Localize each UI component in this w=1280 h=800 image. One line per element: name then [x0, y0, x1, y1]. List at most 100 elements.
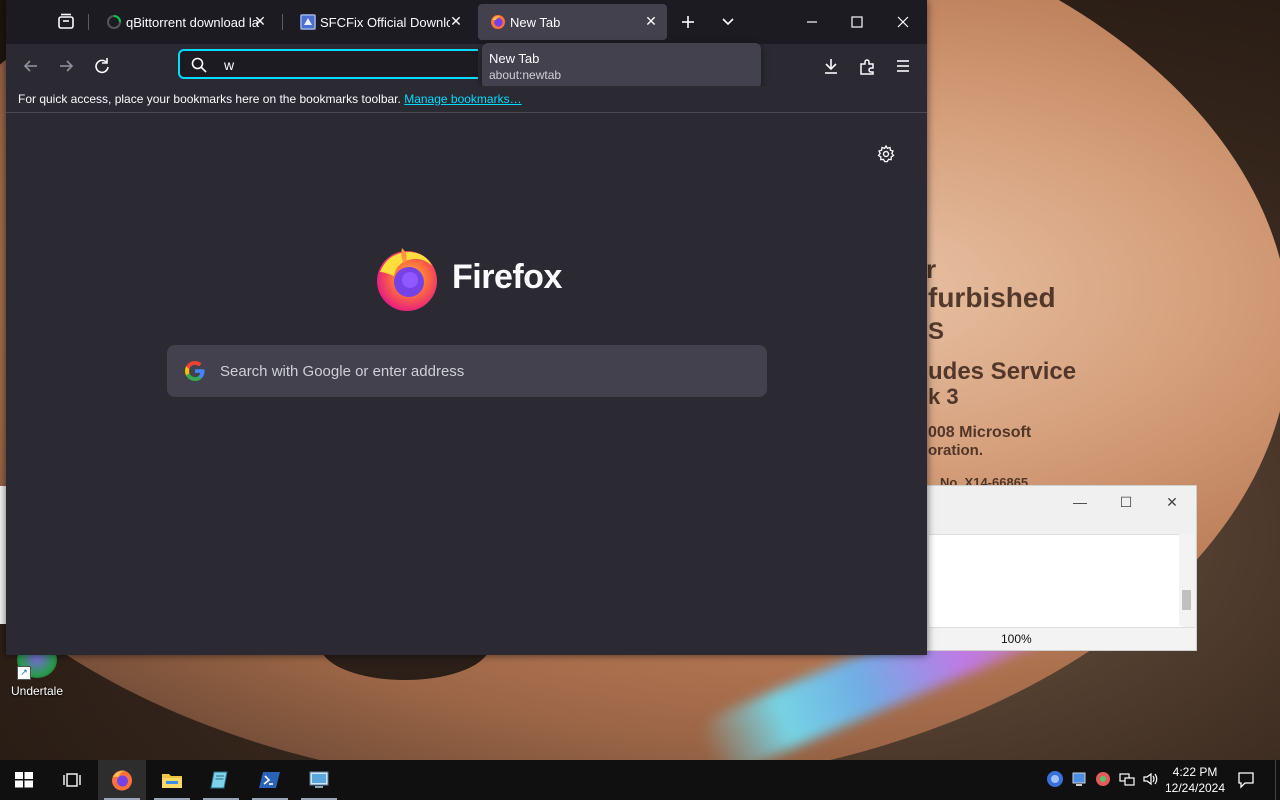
extensions-button[interactable] — [852, 52, 882, 80]
hamburger-menu-icon — [897, 60, 909, 72]
taskbar: 4:22 PM 12/24/2024 — [0, 760, 1280, 800]
wallpaper-text: k 3 — [928, 384, 959, 409]
scrollbar-thumb[interactable] — [1182, 590, 1191, 610]
firefox-view-button[interactable] — [50, 6, 82, 38]
app-tray-icon[interactable] — [1094, 770, 1112, 788]
newtab-search-box[interactable]: Search with Google or enter address — [167, 345, 767, 397]
reload-icon — [95, 58, 109, 74]
forward-button[interactable] — [51, 52, 81, 80]
start-button[interactable] — [0, 760, 48, 800]
tab-qbittorrent[interactable]: qBittorrent download lat ✕ — [94, 4, 276, 40]
firefox-favicon-icon — [490, 14, 506, 30]
windows-logo-icon — [15, 772, 33, 788]
language-tray-icon[interactable] — [1046, 770, 1064, 788]
loading-icon — [106, 14, 122, 30]
clock-time: 4:22 PM — [1172, 765, 1218, 779]
clock-date: 12/24/2024 — [1164, 781, 1226, 795]
background-window[interactable]: — ☐ ✕ 100% — [924, 485, 1197, 651]
close-tab-icon[interactable]: ✕ — [643, 13, 659, 29]
list-all-tabs-button[interactable] — [714, 8, 742, 36]
tab-new-tab[interactable]: New Tab ✕ — [478, 4, 667, 40]
notepad-icon — [210, 771, 228, 789]
new-tab-button[interactable] — [674, 8, 702, 36]
minimize-button[interactable] — [797, 8, 827, 36]
wallpaper-text: udes Service — [928, 358, 1077, 385]
bookmarks-message: For quick access, place your bookmarks h… — [18, 92, 522, 106]
tab-bar: qBittorrent download lat ✕ SFCFix Offici… — [6, 0, 927, 44]
vertical-scrollbar[interactable] — [1179, 534, 1194, 626]
firefox-icon — [112, 770, 132, 791]
tab-tooltip: New Tab about:newtab — [482, 43, 761, 89]
maximize-icon[interactable]: ☐ — [1111, 492, 1141, 512]
action-center-button[interactable] — [1236, 770, 1256, 790]
shortcut-arrow-icon: ↗ — [17, 666, 31, 680]
zoom-level: 100% — [1001, 632, 1032, 646]
tooltip-url: about:newtab — [489, 68, 562, 82]
text-area[interactable] — [929, 534, 1183, 627]
url-input[interactable] — [222, 54, 466, 76]
firefox-wordmark: Firefox — [452, 258, 562, 296]
sfcfix-favicon-icon — [300, 14, 316, 30]
firefox-logo: Firefox — [374, 246, 574, 311]
volume-tray-icon[interactable] — [1141, 770, 1159, 788]
taskbar-powershell[interactable] — [246, 760, 294, 800]
tab-title: New Tab — [510, 15, 561, 30]
new-tab-page: Firefox Search with Google or enter addr… — [6, 113, 927, 655]
close-window-button[interactable] — [888, 8, 918, 36]
close-icon — [897, 16, 909, 28]
wallpaper-text: S — [928, 318, 945, 345]
task-view-icon — [63, 773, 81, 787]
show-desktop-button[interactable] — [1275, 760, 1280, 800]
back-button[interactable] — [16, 52, 46, 80]
taskbar-firefox[interactable] — [98, 760, 146, 800]
wallpaper-text: r — [926, 254, 937, 284]
firefox-logo-icon — [377, 248, 437, 311]
taskbar-file-explorer[interactable] — [148, 760, 196, 800]
monitor-tray-icon[interactable] — [1070, 770, 1088, 788]
desktop-icon-label: Undertale — [10, 684, 64, 698]
powershell-icon — [259, 772, 280, 788]
wallpaper-text: furbished — [928, 282, 1056, 313]
task-view-button[interactable] — [48, 760, 96, 800]
address-bar[interactable] — [178, 49, 478, 79]
close-tab-icon[interactable]: ✕ — [252, 13, 268, 29]
app-menu-button[interactable] — [888, 52, 918, 80]
manage-bookmarks-link[interactable]: Manage bookmarks… — [404, 92, 521, 106]
search-placeholder: Search with Google or enter address — [220, 363, 465, 380]
wallpaper-text: 008 Microsoft — [928, 424, 1032, 441]
firefox-window: qBittorrent download lat ✕ SFCFix Offici… — [6, 0, 927, 655]
arrow-right-icon — [60, 60, 74, 72]
close-tab-icon[interactable]: ✕ — [448, 13, 464, 29]
taskbar-clock[interactable]: 4:22 PM 12/24/2024 — [1160, 764, 1230, 796]
taskbar-control-panel[interactable] — [295, 760, 343, 800]
tab-sfcfix[interactable]: SFCFix Official Download ✕ — [288, 4, 472, 40]
wallpaper-text: oration. — [928, 442, 983, 459]
tab-separator — [88, 14, 89, 30]
tab-separator — [282, 14, 283, 30]
control-panel-icon — [309, 771, 329, 788]
downloads-button[interactable] — [816, 52, 846, 80]
minimize-icon — [807, 21, 817, 23]
tab-title: SFCFix Official Download — [320, 15, 450, 30]
tab-title: qBittorrent download lat — [126, 15, 260, 30]
reload-button[interactable] — [87, 52, 117, 80]
folder-icon — [162, 774, 182, 788]
puzzle-icon — [860, 59, 874, 75]
download-icon — [825, 59, 837, 74]
notification-icon — [1238, 772, 1254, 789]
taskbar-notepad[interactable] — [197, 760, 245, 800]
chevron-down-icon — [722, 18, 734, 26]
tooltip-title: New Tab — [489, 51, 540, 66]
navigation-toolbar — [6, 44, 927, 86]
arrow-left-icon — [23, 60, 37, 72]
maximize-icon — [851, 16, 863, 28]
bookmarks-hint-text: For quick access, place your bookmarks h… — [18, 92, 401, 106]
close-icon[interactable]: ✕ — [1157, 492, 1187, 512]
customize-new-tab-button[interactable] — [876, 144, 896, 164]
plus-icon — [682, 16, 694, 28]
network-tray-icon[interactable] — [1118, 770, 1136, 788]
firefox-view-icon — [58, 13, 74, 29]
maximize-button[interactable] — [842, 8, 872, 36]
search-icon — [190, 56, 208, 74]
minimize-icon[interactable]: — — [1065, 492, 1095, 512]
